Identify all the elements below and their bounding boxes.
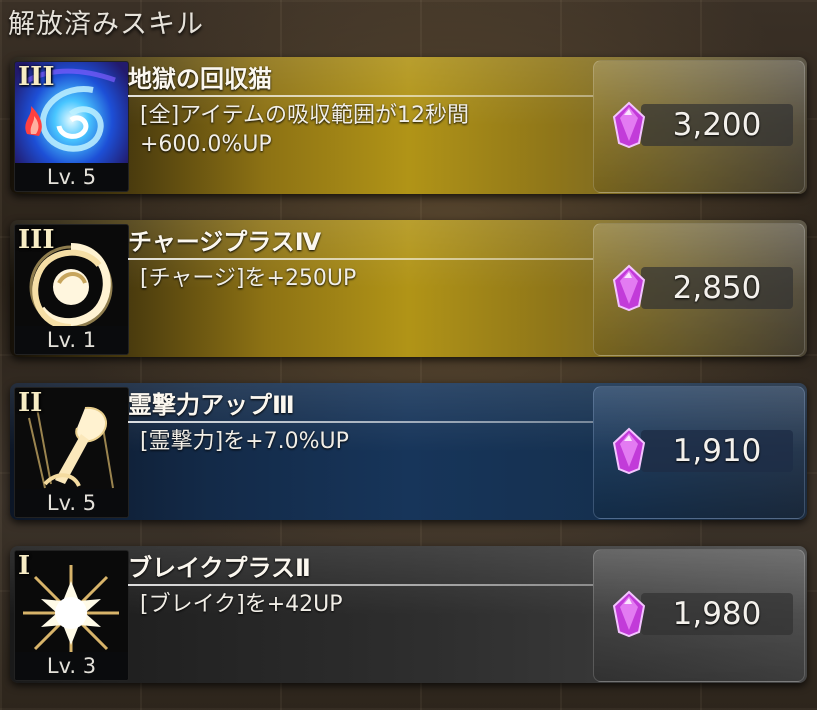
skill-description: [チャージ]を+250UP [140, 264, 580, 293]
skill-card-1[interactable]: III Lv. 5 地獄の回収猫 [全]アイテムの吸収範囲が12秒間 +600.… [10, 57, 807, 194]
gem-icon [612, 590, 646, 638]
rank-badge: III [18, 225, 55, 255]
skill-description: [ブレイク]を+42UP [140, 590, 580, 619]
cost-panel[interactable]: 1,980 [593, 549, 805, 682]
cost-value: 3,200 [672, 107, 762, 143]
description-line: [ブレイク]を+42UP [140, 592, 343, 617]
skill-name: 霊撃力アップⅢ [128, 391, 295, 419]
skill-level: Lv. 3 [15, 652, 128, 680]
skill-name: チャージプラスⅣ [128, 228, 322, 256]
skill-name: 地獄の回収猫 [128, 65, 272, 93]
skill-level: Lv. 1 [15, 326, 128, 354]
rank-badge: II [18, 388, 43, 418]
skill-card-2[interactable]: III Lv. 1 チャージプラスⅣ [チャージ]を+250UP 2,850 [10, 220, 807, 357]
cost-value: 1,910 [672, 433, 762, 469]
skill-level: Lv. 5 [15, 163, 128, 191]
skill-icon-frame: III Lv. 5 [14, 61, 129, 192]
skill-description: [霊撃力]を+7.0%UP [140, 427, 580, 456]
skill-card-3[interactable]: II Lv. 5 霊撃力アップⅢ [霊撃力]を+7.0%UP 1,910 [10, 383, 807, 520]
divider [128, 258, 593, 260]
cost-panel[interactable]: 2,850 [593, 223, 805, 356]
divider [128, 95, 593, 97]
cost-panel[interactable]: 1,910 [593, 386, 805, 519]
cost-panel[interactable]: 3,200 [593, 60, 805, 193]
skill-description: [全]アイテムの吸収範囲が12秒間 +600.0%UP [140, 101, 580, 159]
skill-name: ブレイクプラスⅡ [128, 554, 311, 582]
gem-icon [612, 264, 646, 312]
skill-card-4[interactable]: I Lv. 3 ブレイクプラスⅡ [ブレイク]を+42UP 1,980 [10, 546, 807, 683]
description-line: [全]アイテムの吸収範囲が12秒間 [140, 103, 469, 128]
divider [128, 421, 593, 423]
skill-icon-frame: III Lv. 1 [14, 224, 129, 355]
cost-value: 2,850 [672, 270, 762, 306]
skill-icon-frame: I Lv. 3 [14, 550, 129, 681]
rank-badge: III [18, 62, 55, 92]
skill-icon-frame: II Lv. 5 [14, 387, 129, 518]
divider [128, 584, 593, 586]
rank-badge: I [18, 551, 31, 581]
skill-level: Lv. 5 [15, 489, 128, 517]
cost-value-box: 2,850 [641, 267, 793, 309]
cost-value: 1,980 [672, 596, 762, 632]
description-line: [チャージ]を+250UP [140, 266, 357, 291]
gem-icon [612, 101, 646, 149]
description-line: [霊撃力]を+7.0%UP [140, 429, 349, 454]
gem-icon [612, 427, 646, 475]
description-line: +600.0%UP [140, 132, 272, 157]
cost-value-box: 3,200 [641, 104, 793, 146]
cost-value-box: 1,980 [641, 593, 793, 635]
cost-value-box: 1,910 [641, 430, 793, 472]
page-title: 解放済みスキル [8, 9, 204, 40]
